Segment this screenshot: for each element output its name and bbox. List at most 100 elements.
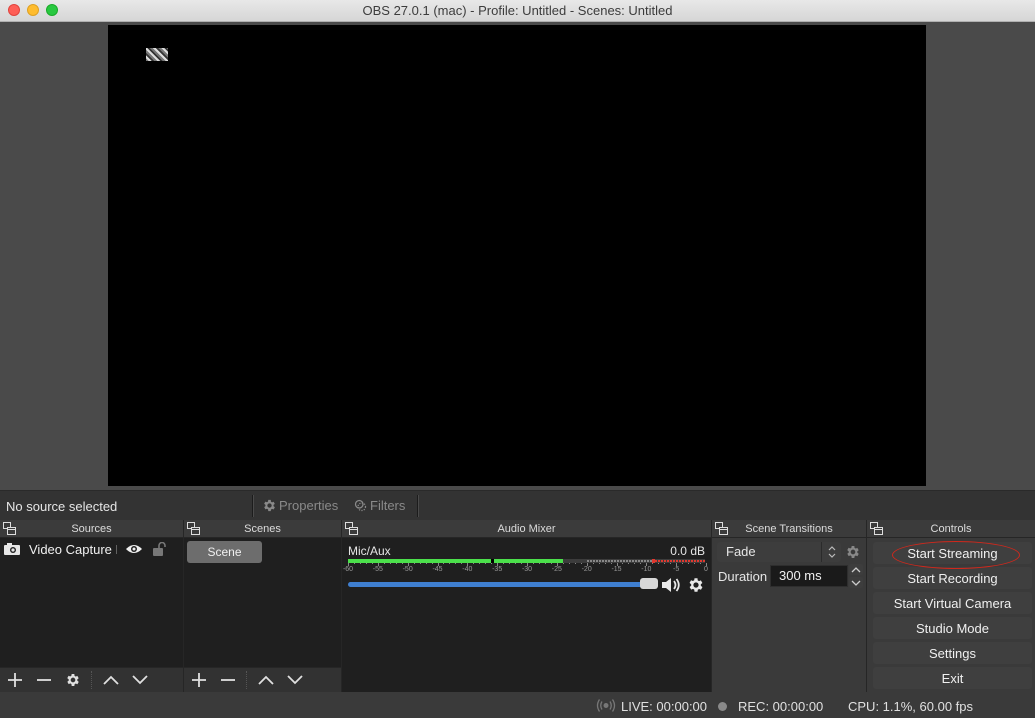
settings-button[interactable]: Settings — [873, 642, 1032, 664]
scale-minor-tick — [574, 563, 576, 564]
minus-icon — [36, 679, 51, 681]
scale-minor-tick — [359, 563, 361, 564]
sources-toolbar — [0, 667, 183, 692]
scale-minor-tick — [628, 563, 630, 564]
stepper-up-icon[interactable] — [849, 564, 863, 575]
start-streaming-button[interactable]: Start Streaming — [873, 542, 1032, 564]
properties-label: Properties — [279, 498, 339, 513]
scale-minor-tick — [365, 563, 367, 564]
move-scene-down-button[interactable] — [280, 668, 309, 693]
undock-icon[interactable] — [870, 522, 883, 535]
program-preview[interactable] — [108, 25, 926, 486]
visibility-eye-icon[interactable] — [125, 543, 143, 555]
scale-minor-tick — [598, 563, 600, 564]
duration-input[interactable]: 300 ms — [770, 565, 848, 587]
gear-icon[interactable] — [845, 544, 861, 560]
scenes-dock-header: Scenes — [184, 520, 341, 538]
scale-minor-tick — [389, 563, 391, 564]
scale-minor-tick — [532, 563, 534, 564]
start-recording-button[interactable]: Start Recording — [873, 567, 1032, 589]
scale-minor-tick — [455, 563, 457, 564]
scene-item[interactable]: Scene — [187, 541, 262, 563]
scale-minor-tick — [652, 563, 654, 564]
rec-timer: REC: 00:00:00 — [738, 699, 824, 714]
chevron-up-icon — [102, 675, 119, 685]
scale-minor-tick — [401, 563, 403, 564]
select-arrows-icon — [821, 542, 841, 562]
filter-icon — [354, 499, 367, 512]
scale-minor-tick — [485, 563, 487, 564]
scale-label: -5 — [673, 566, 680, 573]
exit-button[interactable]: Exit — [873, 667, 1032, 689]
add-source-button[interactable] — [0, 668, 29, 693]
gear-icon[interactable] — [687, 576, 705, 594]
scale-minor-tick — [491, 563, 493, 564]
gear-icon — [264, 499, 275, 512]
scale-minor-tick — [580, 563, 582, 564]
scale-minor-tick — [461, 563, 463, 564]
source-properties-button[interactable] — [58, 668, 87, 693]
scenes-toolbar — [184, 667, 341, 692]
scale-minor-tick — [479, 563, 481, 564]
undock-icon[interactable] — [715, 522, 728, 535]
scale-minor-tick — [568, 563, 570, 564]
studio-mode-button[interactable]: Studio Mode — [873, 617, 1032, 639]
scale-label: -30 — [521, 566, 533, 573]
scale-label: -10 — [641, 566, 652, 573]
toolbar-divider — [91, 671, 92, 689]
filters-button[interactable]: Filters — [353, 498, 405, 513]
sources-dock: Sources Video Capture I — [0, 520, 183, 692]
preview-area — [0, 22, 1035, 490]
properties-button[interactable]: Properties — [262, 498, 338, 513]
rec-indicator-icon — [718, 702, 727, 711]
duration-stepper[interactable] — [849, 564, 863, 588]
undock-icon[interactable] — [187, 522, 200, 535]
scale-minor-tick — [371, 563, 373, 564]
scale-minor-tick — [353, 563, 355, 564]
source-name: Video Capture I — [29, 541, 117, 557]
scale-minor-tick — [419, 563, 421, 564]
add-scene-button[interactable] — [184, 668, 213, 693]
scene-transitions-dock-header: Scene Transitions — [712, 520, 866, 538]
divider — [417, 495, 419, 517]
scale-minor-tick — [670, 563, 672, 564]
selection-label: No source selected — [6, 499, 118, 514]
scale-minor-tick — [509, 563, 511, 564]
scale-minor-tick — [622, 563, 624, 564]
scale-minor-tick — [640, 563, 642, 564]
duration-label: Duration — [718, 569, 768, 584]
cpu-fps: CPU: 1.1%, 60.00 fps — [848, 699, 974, 714]
plus-icon — [7, 673, 22, 687]
scale-label: -40 — [462, 566, 473, 573]
minus-icon — [220, 679, 235, 681]
volume-slider-handle[interactable] — [640, 578, 658, 589]
meter-yellow-zone — [586, 560, 653, 562]
remove-source-button[interactable] — [29, 668, 58, 693]
chevron-down-icon — [286, 675, 303, 685]
scale-minor-tick — [592, 563, 594, 564]
unlock-icon[interactable] — [153, 542, 166, 556]
speaker-icon[interactable] — [661, 576, 681, 594]
live-broadcast-icon — [596, 699, 616, 712]
controls-dock: Controls Start Streaming Start Recording… — [866, 520, 1035, 692]
scale-minor-tick — [700, 563, 702, 564]
stepper-down-icon[interactable] — [849, 577, 863, 588]
move-source-up-button[interactable] — [96, 668, 125, 693]
undock-icon[interactable] — [3, 522, 16, 535]
scale-minor-tick — [688, 563, 690, 564]
obs-window: OBS 27.0.1 (mac) - Profile: Untitled - S… — [0, 0, 1035, 718]
scale-label: -60 — [342, 566, 354, 573]
toolbar-divider — [246, 671, 247, 689]
volume-slider-track[interactable] — [348, 582, 645, 587]
source-item[interactable]: Video Capture I — [0, 540, 183, 558]
move-scene-up-button[interactable] — [251, 668, 280, 693]
scale-label: -25 — [551, 566, 562, 573]
move-source-down-button[interactable] — [125, 668, 154, 693]
scale-minor-tick — [395, 563, 397, 564]
transition-select[interactable]: Fade — [717, 542, 841, 562]
transition-value: Fade — [726, 544, 756, 559]
meter-scale: -60 -55 -50 -45 -40 -35 -30 -25 -20 -15 -10 -5 0 — [343, 563, 708, 575]
start-virtual-camera-button[interactable]: Start Virtual Camera — [873, 592, 1032, 614]
remove-scene-button[interactable] — [213, 668, 242, 693]
undock-icon[interactable] — [345, 522, 358, 535]
